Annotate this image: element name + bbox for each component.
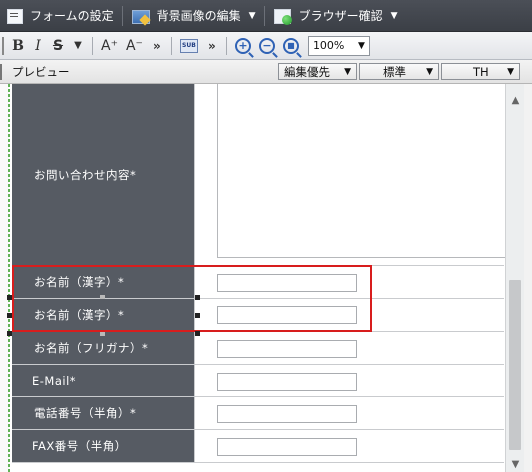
vertical-scrollbar[interactable]: ▲ ▼	[505, 84, 524, 472]
form-row-name-furigana[interactable]: お名前（フリガナ）*	[12, 332, 504, 365]
phone-input[interactable]	[217, 405, 357, 423]
style-select[interactable]: 標準 ▼	[359, 63, 439, 80]
form-label: 電話番号（半角）*	[12, 397, 194, 429]
chevron-down-icon[interactable]: ▼	[249, 11, 256, 21]
scroll-up-icon[interactable]: ▲	[506, 92, 525, 108]
format-toolbar: B I S ▼ A⁺ A⁻ » SUB » + − ■ 100% ▼	[0, 32, 532, 60]
resize-handle[interactable]	[195, 295, 200, 300]
preview-label: プレビュー	[12, 65, 70, 79]
background-image-icon	[131, 8, 151, 24]
browser-check-label: ブラウザー確認	[298, 9, 383, 23]
form-value-cell	[194, 332, 504, 364]
zoom-value: 100%	[312, 39, 345, 52]
resize-handle[interactable]	[195, 331, 200, 336]
form-settings-label: フォームの設定	[30, 9, 114, 23]
resize-handle[interactable]	[100, 295, 105, 299]
browser-icon	[273, 8, 293, 25]
name-furigana-input[interactable]	[217, 340, 357, 358]
cell-type-value: TH	[473, 64, 489, 79]
form-value-cell	[194, 397, 504, 429]
window-edge	[524, 84, 532, 472]
toolbar-separator	[225, 36, 227, 55]
bold-button[interactable]: B	[9, 35, 27, 57]
style-value: 標準	[383, 64, 406, 79]
resize-handle[interactable]	[7, 331, 12, 336]
chevron-down-icon: ▼	[344, 66, 351, 77]
form-label: E-Mail*	[12, 365, 194, 396]
toolbar-separator	[170, 36, 172, 55]
preview-grip	[0, 64, 2, 80]
form-canvas: お問い合わせ内容* お名前（漢字）* お名前（漢字）* お名前（フリガナ）* E…	[0, 84, 532, 472]
form-label: お名前（フリガナ）*	[12, 332, 194, 364]
edit-background-button[interactable]: 背景画像の編集 ▼	[125, 3, 262, 29]
form-row-phone[interactable]: 電話番号（半角）*	[12, 397, 504, 430]
toolbar-separator	[121, 5, 123, 26]
edit-mode-value: 編集優先	[284, 64, 330, 79]
selection-highlight	[12, 265, 372, 332]
resize-handle[interactable]	[195, 313, 200, 318]
toolbar-separator	[263, 5, 265, 26]
form-row-inquiry[interactable]: お問い合わせ内容*	[12, 84, 517, 266]
form-settings-button[interactable]: フォームの設定	[0, 3, 120, 29]
scrollbar-thumb[interactable]	[509, 280, 521, 450]
edit-background-label: 背景画像の編集	[156, 9, 241, 23]
form-value-cell	[194, 365, 504, 396]
zoom-in-icon: +	[234, 37, 251, 54]
more-tools-button[interactable]: »	[148, 35, 166, 57]
subscript-button[interactable]: SUB	[177, 35, 201, 57]
form-row-email[interactable]: E-Mail*	[12, 365, 504, 397]
form-value-cell	[194, 84, 517, 265]
form-row-fax[interactable]: FAX番号（半角）	[12, 430, 504, 463]
form-label: お問い合わせ内容*	[12, 84, 194, 265]
edit-mode-select[interactable]: 編集優先 ▼	[278, 63, 357, 80]
browser-check-button[interactable]: ブラウザー確認 ▼	[267, 3, 404, 29]
email-input[interactable]	[217, 373, 357, 391]
resize-handle[interactable]	[7, 313, 12, 318]
guide-line	[8, 84, 10, 472]
scroll-down-icon[interactable]: ▼	[506, 456, 525, 472]
chevron-down-icon: ▼	[507, 66, 514, 77]
form-value-cell	[194, 430, 504, 462]
increase-font-button[interactable]: A⁺	[98, 35, 121, 57]
zoom-reset-button[interactable]: ■	[280, 35, 302, 57]
chevron-down-icon: ▼	[358, 40, 365, 51]
zoom-reset-icon: ■	[282, 37, 299, 54]
zoom-out-button[interactable]: −	[256, 35, 278, 57]
chevron-down-icon[interactable]: ▼	[391, 11, 398, 21]
zoom-out-icon: −	[258, 37, 275, 54]
toolbar-grip	[2, 36, 4, 55]
strikethrough-button[interactable]: S	[49, 35, 67, 57]
toolbar-separator	[92, 36, 93, 55]
form-icon	[6, 8, 24, 24]
form-label: FAX番号（半角）	[12, 430, 194, 462]
decrease-font-button[interactable]: A⁻	[123, 35, 146, 57]
more-tools-button[interactable]: »	[203, 35, 221, 57]
zoom-in-button[interactable]: +	[232, 35, 254, 57]
cell-type-select[interactable]: TH ▼	[441, 63, 520, 80]
main-toolbar: フォームの設定 背景画像の編集 ▼ ブラウザー確認 ▼	[0, 0, 532, 32]
subscript-icon: SUB	[179, 38, 198, 53]
chevron-down-icon: ▼	[426, 66, 433, 77]
preview-bar: プレビュー 編集優先 ▼ 標準 ▼ TH ▼	[0, 60, 532, 84]
resize-handle[interactable]	[100, 332, 105, 336]
italic-button[interactable]: I	[29, 35, 47, 57]
fax-input[interactable]	[217, 438, 357, 456]
zoom-select[interactable]: 100% ▼	[307, 35, 370, 56]
resize-handle[interactable]	[7, 295, 12, 300]
inquiry-textarea[interactable]	[217, 84, 517, 258]
chevron-down-icon[interactable]: ▼	[69, 35, 87, 57]
